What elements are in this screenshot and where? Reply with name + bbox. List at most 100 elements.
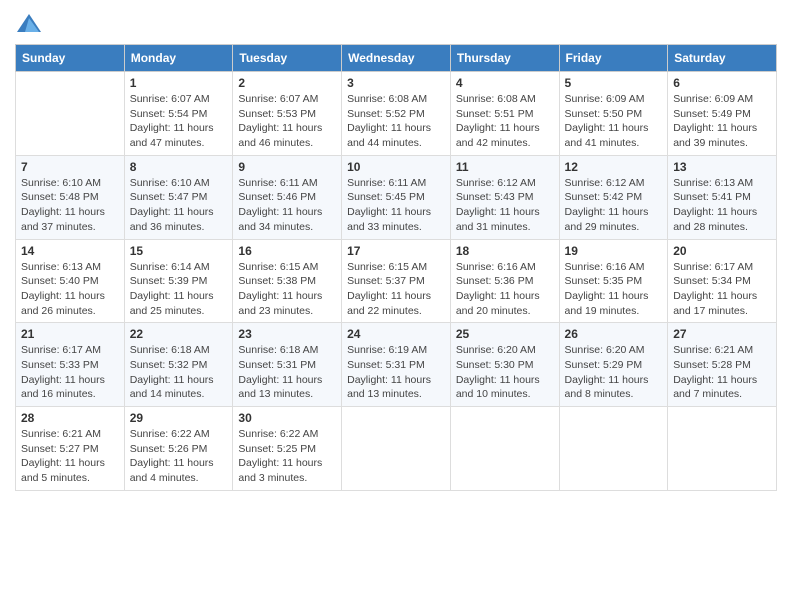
calendar-header-friday: Friday xyxy=(559,45,668,72)
calendar-cell: 25 Sunrise: 6:20 AMSunset: 5:30 PMDayligh… xyxy=(450,323,559,407)
logo xyxy=(15,10,47,38)
day-info: Sunrise: 6:18 AMSunset: 5:32 PMDaylight:… xyxy=(130,343,228,402)
calendar-cell: 9 Sunrise: 6:11 AMSunset: 5:46 PMDaylight… xyxy=(233,155,342,239)
day-number: 8 xyxy=(130,160,228,174)
day-info: Sunrise: 6:15 AMSunset: 5:37 PMDaylight:… xyxy=(347,260,445,319)
day-number: 28 xyxy=(21,411,119,425)
day-number: 15 xyxy=(130,244,228,258)
day-number: 11 xyxy=(456,160,554,174)
calendar-cell: 21 Sunrise: 6:17 AMSunset: 5:33 PMDayligh… xyxy=(16,323,125,407)
day-number: 1 xyxy=(130,76,228,90)
calendar-week-row: 14Sunrise: 6:13 AMSunset: 5:40 PMDayligh… xyxy=(16,239,777,323)
day-info: Sunrise: 6:19 AMSunset: 5:31 PMDaylight:… xyxy=(347,343,445,402)
calendar-cell: 5Sunrise: 6:09 AMSunset: 5:50 PMDaylight… xyxy=(559,72,668,156)
calendar-cell: 27 Sunrise: 6:21 AMSunset: 5:28 PMDayligh… xyxy=(668,323,777,407)
calendar-cell: 2 Sunrise: 6:07 AMSunset: 5:53 PMDaylight… xyxy=(233,72,342,156)
calendar-cell xyxy=(342,407,451,491)
calendar-cell: 16 Sunrise: 6:15 AMSunset: 5:38 PMDayligh… xyxy=(233,239,342,323)
calendar-cell: 23 Sunrise: 6:18 AMSunset: 5:31 PMDayligh… xyxy=(233,323,342,407)
calendar-cell: 10 Sunrise: 6:11 AMSunset: 5:45 PMDayligh… xyxy=(342,155,451,239)
calendar-week-row: 1 Sunrise: 6:07 AMSunset: 5:54 PMDaylight… xyxy=(16,72,777,156)
day-number: 19 xyxy=(565,244,663,258)
day-number: 5 xyxy=(565,76,663,90)
day-info: Sunrise: 6:17 AMSunset: 5:34 PMDaylight:… xyxy=(673,260,771,319)
calendar-cell: 8 Sunrise: 6:10 AMSunset: 5:47 PMDaylight… xyxy=(124,155,233,239)
day-number: 25 xyxy=(456,327,554,341)
calendar-header-tuesday: Tuesday xyxy=(233,45,342,72)
day-info: Sunrise: 6:18 AMSunset: 5:31 PMDaylight:… xyxy=(238,343,336,402)
calendar-cell: 11 Sunrise: 6:12 AMSunset: 5:43 PMDayligh… xyxy=(450,155,559,239)
calendar-cell: 19 Sunrise: 6:16 AMSunset: 5:35 PMDayligh… xyxy=(559,239,668,323)
day-info: Sunrise: 6:17 AMSunset: 5:33 PMDaylight:… xyxy=(21,343,119,402)
calendar-week-row: 7Sunrise: 6:10 AMSunset: 5:48 PMDaylight… xyxy=(16,155,777,239)
calendar-header-thursday: Thursday xyxy=(450,45,559,72)
day-number: 30 xyxy=(238,411,336,425)
day-number: 13 xyxy=(673,160,771,174)
day-number: 20 xyxy=(673,244,771,258)
calendar-table: SundayMondayTuesdayWednesdayThursdayFrid… xyxy=(15,44,777,491)
calendar-header-wednesday: Wednesday xyxy=(342,45,451,72)
day-info: Sunrise: 6:20 AMSunset: 5:30 PMDaylight:… xyxy=(456,343,554,402)
calendar-header-saturday: Saturday xyxy=(668,45,777,72)
calendar-header-sunday: Sunday xyxy=(16,45,125,72)
calendar-cell: 7Sunrise: 6:10 AMSunset: 5:48 PMDaylight… xyxy=(16,155,125,239)
day-number: 29 xyxy=(130,411,228,425)
day-info: Sunrise: 6:22 AMSunset: 5:25 PMDaylight:… xyxy=(238,427,336,486)
day-info: Sunrise: 6:21 AMSunset: 5:27 PMDaylight:… xyxy=(21,427,119,486)
calendar-cell: 1 Sunrise: 6:07 AMSunset: 5:54 PMDaylight… xyxy=(124,72,233,156)
day-number: 23 xyxy=(238,327,336,341)
day-info: Sunrise: 6:11 AMSunset: 5:45 PMDaylight:… xyxy=(347,176,445,235)
day-number: 3 xyxy=(347,76,445,90)
day-number: 14 xyxy=(21,244,119,258)
day-number: 4 xyxy=(456,76,554,90)
day-number: 7 xyxy=(21,160,119,174)
day-number: 16 xyxy=(238,244,336,258)
day-info: Sunrise: 6:09 AMSunset: 5:49 PMDaylight:… xyxy=(673,92,771,151)
calendar-cell: 29 Sunrise: 6:22 AMSunset: 5:26 PMDayligh… xyxy=(124,407,233,491)
day-info: Sunrise: 6:21 AMSunset: 5:28 PMDaylight:… xyxy=(673,343,771,402)
calendar-cell: 12 Sunrise: 6:12 AMSunset: 5:42 PMDayligh… xyxy=(559,155,668,239)
day-info: Sunrise: 6:13 AMSunset: 5:41 PMDaylight:… xyxy=(673,176,771,235)
day-info: Sunrise: 6:22 AMSunset: 5:26 PMDaylight:… xyxy=(130,427,228,486)
day-number: 27 xyxy=(673,327,771,341)
calendar-cell xyxy=(668,407,777,491)
day-info: Sunrise: 6:11 AMSunset: 5:46 PMDaylight:… xyxy=(238,176,336,235)
day-info: Sunrise: 6:08 AMSunset: 5:51 PMDaylight:… xyxy=(456,92,554,151)
day-number: 10 xyxy=(347,160,445,174)
day-info: Sunrise: 6:16 AMSunset: 5:35 PMDaylight:… xyxy=(565,260,663,319)
day-info: Sunrise: 6:10 AMSunset: 5:47 PMDaylight:… xyxy=(130,176,228,235)
day-number: 9 xyxy=(238,160,336,174)
calendar-cell: 20 Sunrise: 6:17 AMSunset: 5:34 PMDayligh… xyxy=(668,239,777,323)
day-info: Sunrise: 6:07 AMSunset: 5:53 PMDaylight:… xyxy=(238,92,336,151)
day-info: Sunrise: 6:12 AMSunset: 5:42 PMDaylight:… xyxy=(565,176,663,235)
calendar-cell xyxy=(16,72,125,156)
calendar-cell: 28 Sunrise: 6:21 AMSunset: 5:27 PMDayligh… xyxy=(16,407,125,491)
day-number: 26 xyxy=(565,327,663,341)
day-number: 21 xyxy=(21,327,119,341)
calendar-body: 1 Sunrise: 6:07 AMSunset: 5:54 PMDaylight… xyxy=(16,72,777,491)
day-info: Sunrise: 6:12 AMSunset: 5:43 PMDaylight:… xyxy=(456,176,554,235)
day-number: 18 xyxy=(456,244,554,258)
day-info: Sunrise: 6:20 AMSunset: 5:29 PMDaylight:… xyxy=(565,343,663,402)
day-info: Sunrise: 6:15 AMSunset: 5:38 PMDaylight:… xyxy=(238,260,336,319)
day-info: Sunrise: 6:14 AMSunset: 5:39 PMDaylight:… xyxy=(130,260,228,319)
page-header xyxy=(15,10,777,38)
calendar-cell: 15 Sunrise: 6:14 AMSunset: 5:39 PMDayligh… xyxy=(124,239,233,323)
calendar-week-row: 21 Sunrise: 6:17 AMSunset: 5:33 PMDayligh… xyxy=(16,323,777,407)
day-info: Sunrise: 6:08 AMSunset: 5:52 PMDaylight:… xyxy=(347,92,445,151)
calendar-cell: 30 Sunrise: 6:22 AMSunset: 5:25 PMDayligh… xyxy=(233,407,342,491)
day-info: Sunrise: 6:16 AMSunset: 5:36 PMDaylight:… xyxy=(456,260,554,319)
calendar-cell: 4 Sunrise: 6:08 AMSunset: 5:51 PMDaylight… xyxy=(450,72,559,156)
calendar-cell: 24Sunrise: 6:19 AMSunset: 5:31 PMDayligh… xyxy=(342,323,451,407)
calendar-cell: 26 Sunrise: 6:20 AMSunset: 5:29 PMDayligh… xyxy=(559,323,668,407)
calendar-cell xyxy=(559,407,668,491)
calendar-week-row: 28 Sunrise: 6:21 AMSunset: 5:27 PMDayligh… xyxy=(16,407,777,491)
day-number: 6 xyxy=(673,76,771,90)
calendar-cell xyxy=(450,407,559,491)
day-info: Sunrise: 6:07 AMSunset: 5:54 PMDaylight:… xyxy=(130,92,228,151)
day-number: 17 xyxy=(347,244,445,258)
day-number: 2 xyxy=(238,76,336,90)
calendar-header-row: SundayMondayTuesdayWednesdayThursdayFrid… xyxy=(16,45,777,72)
calendar-cell: 6 Sunrise: 6:09 AMSunset: 5:49 PMDaylight… xyxy=(668,72,777,156)
day-number: 12 xyxy=(565,160,663,174)
